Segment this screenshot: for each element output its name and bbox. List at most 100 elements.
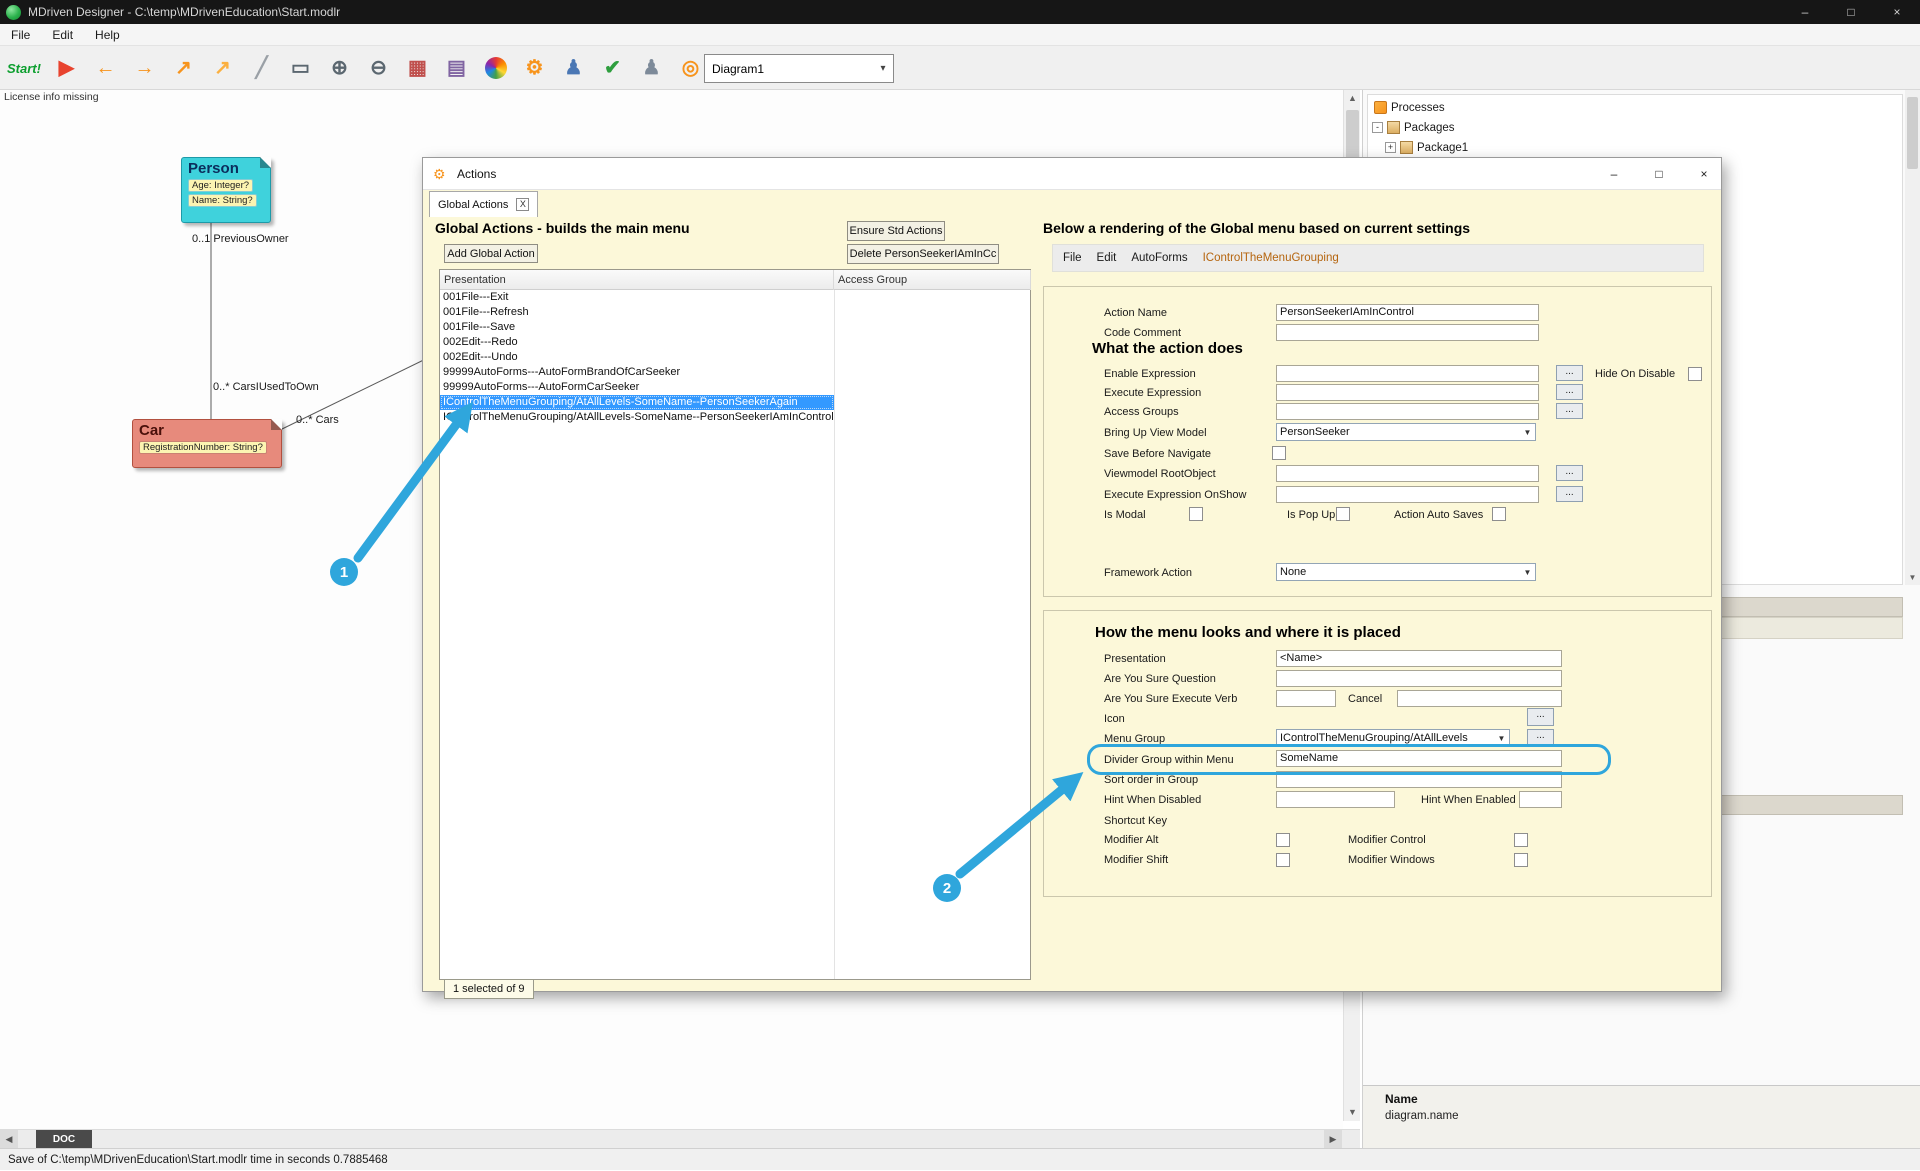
car-attr-registration[interactable]: RegistrationNumber: String?: [139, 441, 267, 454]
table-row[interactable]: 001File---Save: [440, 320, 1030, 335]
scroll-down-icon[interactable]: ▼: [1344, 1104, 1361, 1121]
viewmodel-rootobject-input[interactable]: [1276, 465, 1539, 482]
menu-item[interactable]: Edit: [41, 24, 84, 46]
back-arrow-icon[interactable]: ←: [89, 52, 122, 84]
table-row[interactable]: 001File---Exit: [440, 290, 1030, 305]
modifier-alt-checkbox[interactable]: [1276, 833, 1290, 847]
color-wheel-icon[interactable]: [479, 52, 512, 84]
association-tool-icon[interactable]: ↗: [167, 52, 200, 84]
scroll-down-icon[interactable]: ▼: [1905, 570, 1920, 585]
is-modal-checkbox[interactable]: [1189, 507, 1203, 521]
delete-action-button[interactable]: Delete PersonSeekerIAmInCc: [847, 244, 999, 264]
enable-expression-input[interactable]: [1276, 365, 1539, 382]
generalization-tool-icon[interactable]: ↗: [206, 52, 239, 84]
table-row[interactable]: IControlTheMenuGrouping/AtAllLevels-Some…: [440, 410, 1030, 425]
maximize-button[interactable]: □: [1828, 0, 1874, 24]
menu-item[interactable]: File: [0, 24, 41, 46]
execute-expression-ellipsis-button[interactable]: ...: [1556, 384, 1583, 400]
dependency-tool-icon[interactable]: ╱: [245, 52, 278, 84]
sidebar-scrollbar[interactable]: ▲ ▼: [1905, 80, 1920, 585]
collapse-icon[interactable]: -: [1372, 122, 1383, 133]
scroll-up-icon[interactable]: ▲: [1344, 90, 1361, 107]
dialog-titlebar[interactable]: ⚙ Actions – □ ×: [423, 158, 1721, 190]
icon-ellipsis-button[interactable]: ...: [1527, 708, 1554, 726]
access-groups-ellipsis-button[interactable]: ...: [1556, 403, 1583, 419]
menu-item[interactable]: Help: [84, 24, 131, 46]
canvas-horizontal-scrollbar[interactable]: ◀ DOC ▶: [0, 1129, 1360, 1148]
table-row[interactable]: 001File---Refresh: [440, 305, 1030, 320]
is-pop-up-checkbox[interactable]: [1336, 507, 1350, 521]
ensure-std-actions-button[interactable]: Ensure Std Actions: [847, 221, 945, 241]
select-tool-icon[interactable]: ▭: [284, 52, 317, 84]
tree-item-packages[interactable]: - Packages: [1372, 119, 1455, 136]
add-global-action-button[interactable]: Add Global Action: [444, 244, 538, 263]
doc-tab[interactable]: DOC: [36, 1130, 92, 1149]
viewmodel-rootobject-ellipsis-button[interactable]: ...: [1556, 465, 1583, 481]
diagram-select[interactable]: Diagram1 ▾: [704, 54, 894, 83]
tree-item-package1[interactable]: + Package1: [1385, 139, 1468, 156]
execute-expression-onshow-ellipsis-button[interactable]: ...: [1556, 486, 1583, 502]
menu-preview-item[interactable]: File: [1063, 252, 1082, 264]
hint-when-enabled-input[interactable]: [1519, 791, 1562, 808]
tab-global-actions[interactable]: Global Actions X: [429, 191, 538, 217]
scrollbar-thumb[interactable]: [1907, 97, 1918, 169]
settings-spiral-icon[interactable]: ◎: [674, 52, 707, 84]
menu-preview-item[interactable]: IControlTheMenuGrouping: [1203, 252, 1339, 264]
view-grid-icon[interactable]: ▦: [401, 52, 434, 84]
autoforms-gear-icon[interactable]: ⚙: [518, 52, 551, 84]
tree-item-processes[interactable]: Processes: [1374, 99, 1445, 116]
tab-close-icon[interactable]: X: [516, 198, 529, 211]
execute-expression-input[interactable]: [1276, 384, 1539, 401]
start-button[interactable]: Start!: [4, 52, 44, 84]
class-car[interactable]: Car RegistrationNumber: String?: [132, 419, 282, 468]
validate-check-icon[interactable]: ✔: [596, 52, 629, 84]
table-row[interactable]: 002Edit---Undo: [440, 350, 1030, 365]
hint-when-disabled-input[interactable]: [1276, 791, 1395, 808]
framework-action-select[interactable]: None ▼: [1276, 563, 1536, 581]
execute-expression-onshow-input[interactable]: [1276, 486, 1539, 503]
dialog-close-button[interactable]: ×: [1693, 164, 1715, 184]
modifier-control-checkbox[interactable]: [1514, 833, 1528, 847]
cancel-verb-input[interactable]: [1397, 690, 1562, 707]
viewmodel-person-icon[interactable]: ♟: [635, 52, 668, 84]
dialog-minimize-button[interactable]: –: [1603, 164, 1625, 184]
bring-up-view-model-select[interactable]: PersonSeeker ▼: [1276, 423, 1536, 441]
forward-arrow-icon[interactable]: →: [128, 52, 161, 84]
table-header[interactable]: Presentation Access Group: [440, 270, 1030, 290]
table-row[interactable]: 002Edit---Redo: [440, 335, 1030, 350]
class-person[interactable]: Person Age: Integer? Name: String?: [181, 157, 271, 223]
table-row[interactable]: IControlTheMenuGrouping/AtAllLevels-Some…: [440, 395, 1030, 410]
hide-on-disable-checkbox[interactable]: [1688, 367, 1702, 381]
save-before-navigate-checkbox[interactable]: [1272, 446, 1286, 460]
column-presentation[interactable]: Presentation: [440, 270, 834, 290]
action-auto-saves-checkbox[interactable]: [1492, 507, 1506, 521]
scroll-left-icon[interactable]: ◀: [0, 1130, 18, 1149]
are-you-sure-question-input[interactable]: [1276, 670, 1562, 687]
close-button[interactable]: ×: [1874, 0, 1920, 24]
run-icon[interactable]: ▶: [50, 52, 83, 84]
menu-preview-item[interactable]: Edit: [1097, 252, 1117, 264]
action-name-input[interactable]: PersonSeekerIAmInControl: [1276, 304, 1539, 321]
execute-verb-input[interactable]: [1276, 690, 1336, 707]
minimize-button[interactable]: –: [1782, 0, 1828, 24]
access-groups-icon[interactable]: ♟: [557, 52, 590, 84]
expand-icon[interactable]: +: [1385, 142, 1396, 153]
menu-preview-item[interactable]: AutoForms: [1131, 252, 1187, 264]
dialog-maximize-button[interactable]: □: [1648, 164, 1670, 184]
presentation-input[interactable]: <Name>: [1276, 650, 1562, 667]
modifier-shift-checkbox[interactable]: [1276, 853, 1290, 867]
code-comment-input[interactable]: [1276, 324, 1539, 341]
table-row[interactable]: 99999AutoForms---AutoFormCarSeeker: [440, 380, 1030, 395]
table-row[interactable]: 99999AutoForms---AutoFormBrandOfCarSeeke…: [440, 365, 1030, 380]
edit-grid-icon[interactable]: ▤: [440, 52, 473, 84]
person-attr-name[interactable]: Name: String?: [188, 194, 257, 207]
modifier-windows-checkbox[interactable]: [1514, 853, 1528, 867]
enable-expression-ellipsis-button[interactable]: ...: [1556, 365, 1583, 381]
zoom-in-icon[interactable]: ⊕: [323, 52, 356, 84]
scroll-right-icon[interactable]: ▶: [1324, 1130, 1342, 1149]
zoom-out-icon[interactable]: ⊖: [362, 52, 395, 84]
name-panel-value[interactable]: diagram.name: [1385, 1110, 1459, 1122]
person-attr-age[interactable]: Age: Integer?: [188, 179, 253, 192]
column-access-group[interactable]: Access Group: [834, 270, 1031, 290]
access-groups-input[interactable]: [1276, 403, 1539, 420]
